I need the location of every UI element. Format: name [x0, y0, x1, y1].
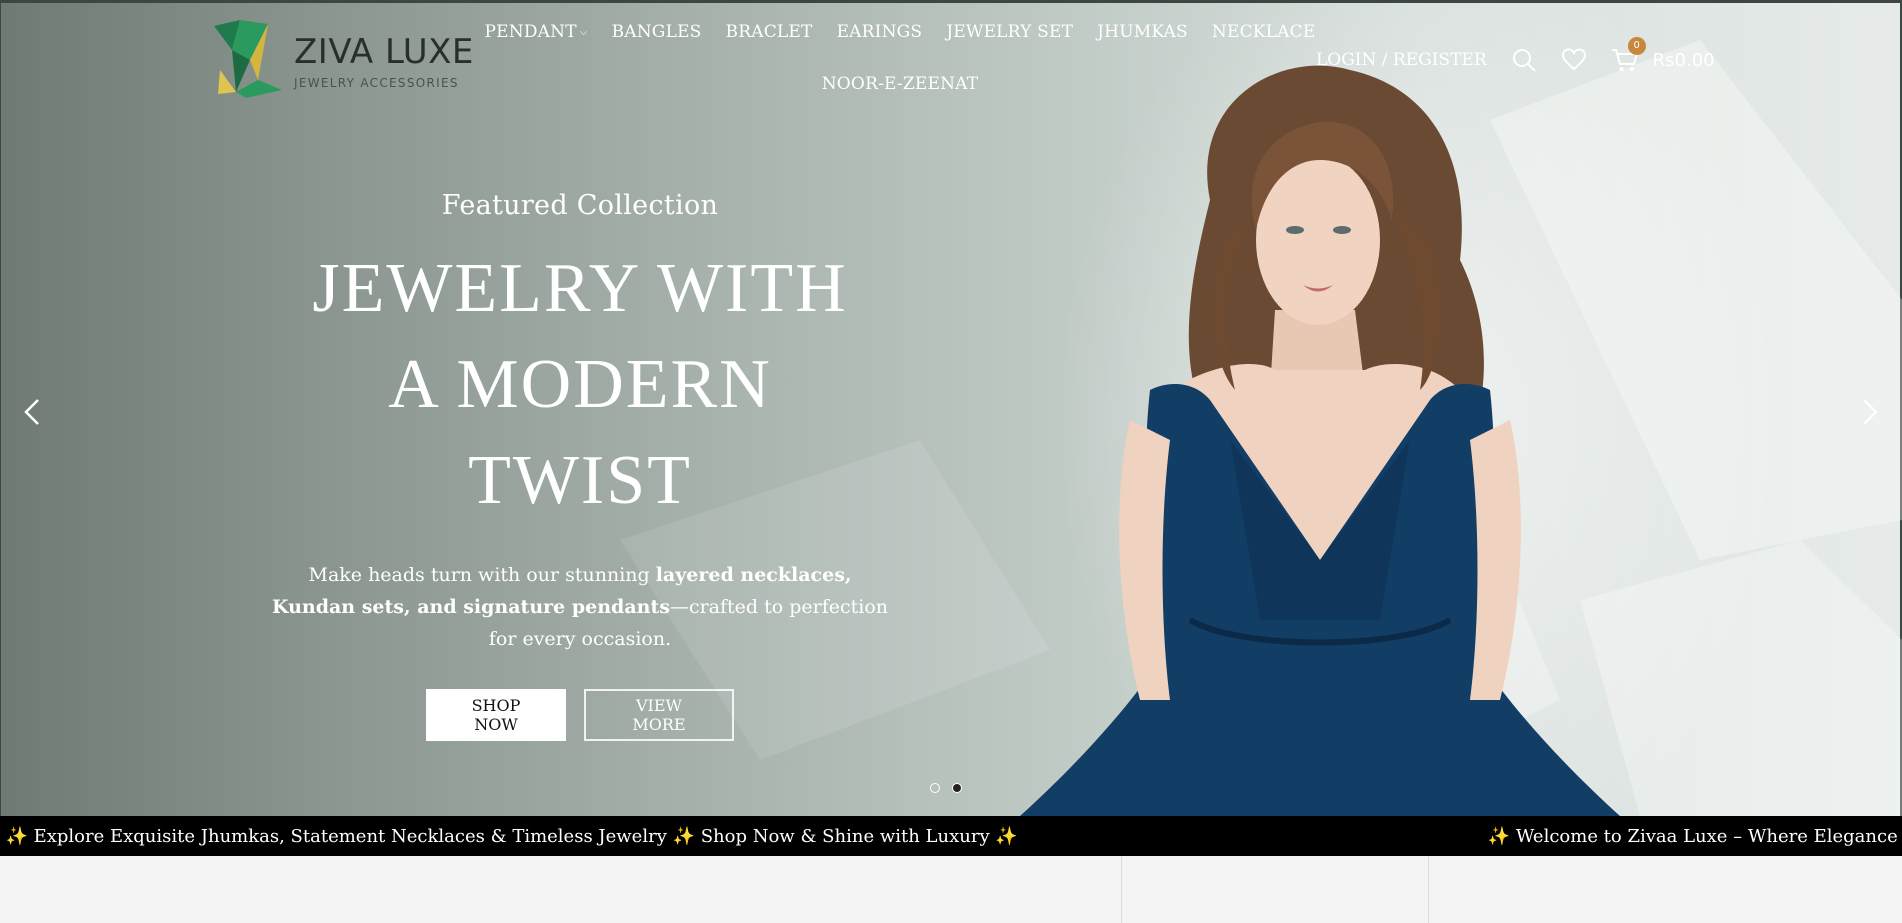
arrow-right-icon[interactable]	[1854, 392, 1884, 432]
nav-item-braclet[interactable]: BRACLET	[714, 22, 825, 42]
cart-total: Rs0.00	[1652, 49, 1715, 71]
hero-content: Featured Collection JEWELRY WITH A MODER…	[270, 190, 890, 741]
cart-icon: 0	[1611, 37, 1646, 73]
view-more-button[interactable]: VIEW MORE	[584, 689, 734, 741]
ticker-message-2: ✨ Welcome to Zivaa Luxe – Where Elegance…	[1487, 825, 1902, 847]
nav-item-noor-e-zeenat[interactable]: NOOR-E-ZEENAT	[810, 74, 991, 94]
cart-count-badge: 0	[1627, 37, 1646, 55]
slider-dot-1[interactable]	[930, 783, 940, 793]
ticker-track: ı ✨ Explore Exquisite Jhumkas, Statement…	[0, 816, 1902, 856]
search-icon[interactable]	[1511, 47, 1537, 73]
hero-headline: JEWELRY WITH A MODERN TWIST	[270, 241, 890, 529]
section-divider	[1428, 856, 1429, 923]
main-nav: PENDANT ⌵ BANGLES BRACLET EARINGS JEWELRY…	[485, 12, 1316, 104]
nav-item-pendant[interactable]: PENDANT ⌵	[473, 22, 600, 42]
hero-slider: ZIVA LUXE JEWELRY ACCESSORIES PENDANT ⌵ B…	[0, 0, 1902, 816]
nav-item-necklace[interactable]: NECKLACE	[1200, 22, 1328, 42]
nav-item-jhumkas[interactable]: JHUMKAS	[1085, 22, 1200, 42]
hero-eyebrow: Featured Collection	[441, 190, 719, 221]
hero-cta-row: SHOP NOW VIEW MORE	[270, 689, 890, 741]
nav-row-2: NOOR-E-ZEENAT	[520, 64, 1280, 104]
cart-button[interactable]: 0 Rs0.00	[1611, 37, 1715, 73]
nav-row-1: PENDANT ⌵ BANGLES BRACLET EARINGS JEWELRY…	[485, 12, 1316, 52]
slider-dots	[930, 783, 962, 793]
hero-headline-line-2: A MODERN TWIST	[388, 346, 772, 519]
brand-name: ZIVA LUXE	[294, 32, 474, 72]
chevron-down-icon: ⌵	[579, 27, 588, 38]
shop-now-button[interactable]: SHOP NOW	[426, 689, 566, 741]
slider-dot-2[interactable]	[952, 783, 962, 793]
model-image	[1020, 65, 1620, 816]
hero-headline-line-1: JEWELRY WITH	[312, 250, 848, 327]
announcement-ticker: ı ✨ Explore Exquisite Jhumkas, Statement…	[0, 816, 1902, 856]
nav-item-jewelry-set[interactable]: JEWELRY SET	[934, 22, 1085, 42]
hero-description-part-1: Make heads turn with our stunning	[308, 564, 656, 586]
brand-logo[interactable]: ZIVA LUXE JEWELRY ACCESSORIES	[210, 20, 490, 100]
nav-item-label: PENDANT	[484, 22, 577, 42]
hero-description: Make heads turn with our stunning layere…	[270, 559, 890, 655]
nav-item-earings[interactable]: EARINGS	[825, 22, 935, 42]
heart-icon[interactable]	[1561, 47, 1587, 73]
arrow-left-icon[interactable]	[18, 392, 48, 432]
ticker-message-1: ı ✨ Explore Exquisite Jhumkas, Statement…	[0, 825, 1018, 847]
brand-tagline: JEWELRY ACCESSORIES	[294, 76, 459, 90]
login-register-link[interactable]: LOGIN / REGISTER	[1316, 50, 1487, 70]
logo-mark-icon	[214, 20, 282, 98]
header-tools: LOGIN / REGISTER 0 Rs0.00	[1316, 37, 1715, 80]
nav-item-bangles[interactable]: BANGLES	[600, 22, 714, 42]
section-divider	[1121, 856, 1122, 923]
